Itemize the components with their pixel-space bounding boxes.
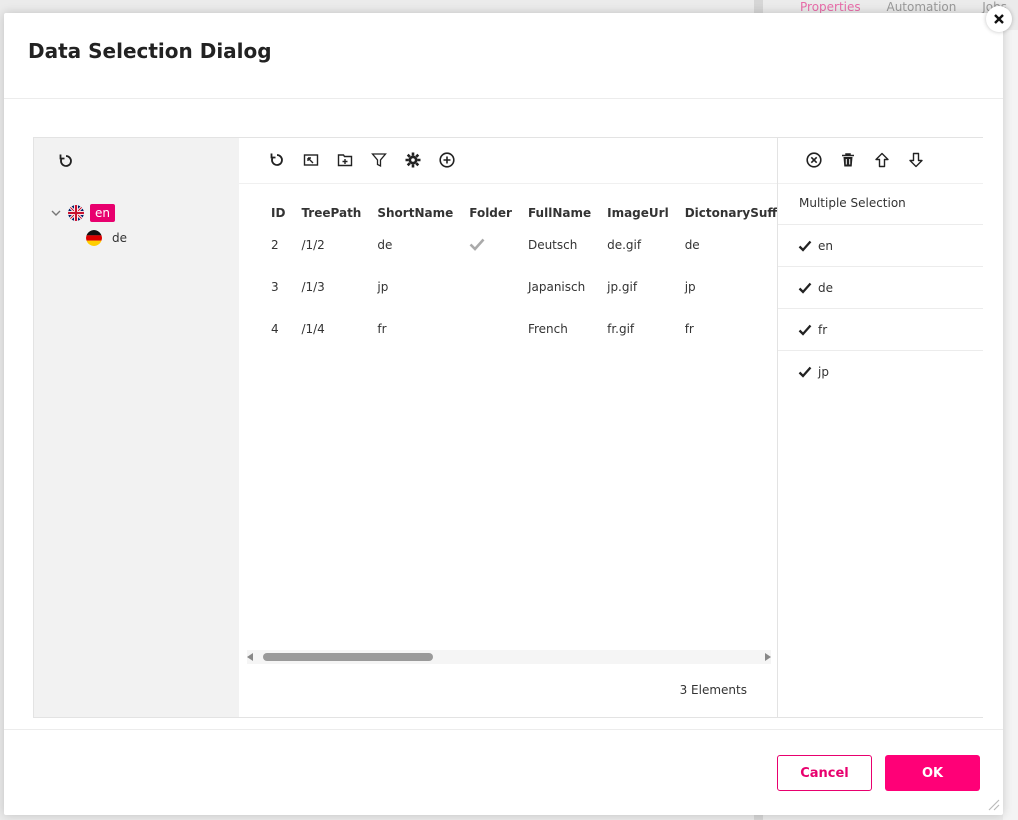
selection-title: Multiple Selection	[799, 196, 906, 210]
dialog-content: en de ID TreePath ShortName Folder FullN…	[33, 137, 983, 718]
grid-header-row: ID TreePath ShortName Folder FullName Im…	[263, 202, 777, 224]
selection-toolbar-divider	[778, 183, 983, 184]
cell-suffix: de	[684, 238, 700, 252]
cell-folder	[461, 266, 520, 308]
header-divider	[4, 98, 1003, 99]
close-button[interactable]	[986, 6, 1012, 32]
chevron-down-icon[interactable]	[50, 207, 62, 219]
cell-shortname: de	[377, 238, 393, 252]
bg-tab-automation[interactable]: Automation	[886, 0, 956, 14]
tree-panel: en de	[34, 138, 239, 717]
table-row[interactable]: 3 /1/3 jp Japanisch jp.gif jp IS	[263, 266, 777, 308]
bg-tab-properties[interactable]: Properties	[800, 0, 861, 14]
column-header-imageurl[interactable]: ImageUrl	[599, 202, 677, 224]
cell-treepath: /1/4	[301, 322, 325, 336]
scroll-right-arrow-icon[interactable]	[765, 653, 771, 661]
cell-shortname: fr	[377, 322, 387, 336]
grid-viewport: ID TreePath ShortName Folder FullName Im…	[239, 184, 777, 654]
navigate-up-icon[interactable]	[301, 150, 321, 170]
grid-panel: ID TreePath ShortName Folder FullName Im…	[239, 138, 777, 717]
selection-item-label: fr	[818, 322, 828, 337]
selection-panel: Multiple Selection en de fr jp	[777, 138, 983, 717]
tree-node-de[interactable]: de	[86, 230, 127, 246]
check-icon	[469, 238, 485, 251]
selection-list: en de fr jp	[778, 224, 983, 392]
background-right-panel	[1003, 30, 1018, 820]
cell-id: 2	[271, 238, 279, 252]
table-row[interactable]: 2 /1/2 de Deutsch de.gif de G	[263, 224, 777, 266]
selection-toolbar	[804, 150, 926, 170]
cell-suffix: fr	[684, 322, 694, 336]
table-row[interactable]: 4 /1/4 fr French fr.gif fr IS	[263, 308, 777, 350]
filter-icon[interactable]	[369, 150, 389, 170]
column-header-dictonarysuffix[interactable]: DictonarySuffix	[677, 202, 777, 224]
background-tabs: Properties Automation Jobs	[800, 0, 1018, 14]
tree-node-label-en: en	[90, 204, 115, 222]
clear-selection-icon[interactable]	[804, 150, 824, 170]
move-up-icon[interactable]	[872, 150, 892, 170]
move-down-icon[interactable]	[906, 150, 926, 170]
check-icon	[798, 324, 812, 336]
add-icon[interactable]	[437, 150, 457, 170]
check-icon	[798, 240, 812, 252]
ok-button[interactable]: OK	[885, 755, 980, 791]
tree-node-label-de: de	[112, 231, 127, 245]
scrollbar-thumb[interactable]	[263, 653, 433, 661]
column-header-folder[interactable]: Folder	[461, 202, 520, 224]
cell-treepath: /1/3	[301, 280, 325, 294]
germany-flag-icon	[86, 230, 102, 246]
column-header-fullname[interactable]: FullName	[520, 202, 599, 224]
cell-treepath: /1/2	[301, 238, 325, 252]
tree-node-en[interactable]: en	[50, 204, 115, 222]
elements-count: 3 Elements	[679, 683, 747, 697]
cell-folder	[461, 224, 520, 266]
dialog-title: Data Selection Dialog	[28, 39, 272, 63]
selection-item-label: jp	[818, 364, 829, 379]
list-item[interactable]: en	[778, 224, 983, 266]
cell-suffix: jp	[684, 280, 696, 294]
uk-flag-icon	[68, 205, 84, 221]
list-item[interactable]: jp	[778, 350, 983, 392]
cell-imageurl: de.gif	[607, 238, 642, 252]
cell-fullname: French	[527, 322, 568, 336]
column-header-id[interactable]: ID	[263, 202, 293, 224]
cell-imageurl: jp.gif	[607, 280, 638, 294]
cell-folder	[461, 308, 520, 350]
selection-item-label: de	[818, 280, 833, 295]
cell-imageurl: fr.gif	[607, 322, 635, 336]
column-header-shortname[interactable]: ShortName	[369, 202, 461, 224]
cell-fullname: Deutsch	[527, 238, 578, 252]
cell-id: 3	[271, 280, 279, 294]
list-item[interactable]: de	[778, 266, 983, 308]
close-icon	[994, 14, 1004, 24]
cell-shortname: jp	[377, 280, 389, 294]
column-header-treepath[interactable]: TreePath	[293, 202, 369, 224]
scroll-left-arrow-icon[interactable]	[247, 653, 253, 661]
tree-refresh-icon[interactable]	[56, 151, 76, 171]
data-grid: ID TreePath ShortName Folder FullName Im…	[263, 202, 777, 350]
check-icon	[798, 282, 812, 294]
grid-toolbar	[267, 150, 457, 170]
resize-grip-icon[interactable]	[986, 797, 1000, 811]
cancel-button[interactable]: Cancel	[777, 755, 872, 791]
cell-fullname: Japanisch	[527, 280, 586, 294]
delete-icon[interactable]	[838, 150, 858, 170]
refresh-icon[interactable]	[267, 150, 287, 170]
data-selection-dialog: Data Selection Dialog en de ID TreePath …	[4, 13, 1003, 815]
selection-item-label: en	[818, 238, 833, 253]
check-icon	[798, 366, 812, 378]
settings-icon[interactable]	[403, 150, 423, 170]
horizontal-scrollbar[interactable]	[247, 650, 771, 664]
footer-divider	[4, 729, 1003, 730]
list-item[interactable]: fr	[778, 308, 983, 350]
new-folder-icon[interactable]	[335, 150, 355, 170]
cell-id: 4	[271, 322, 279, 336]
